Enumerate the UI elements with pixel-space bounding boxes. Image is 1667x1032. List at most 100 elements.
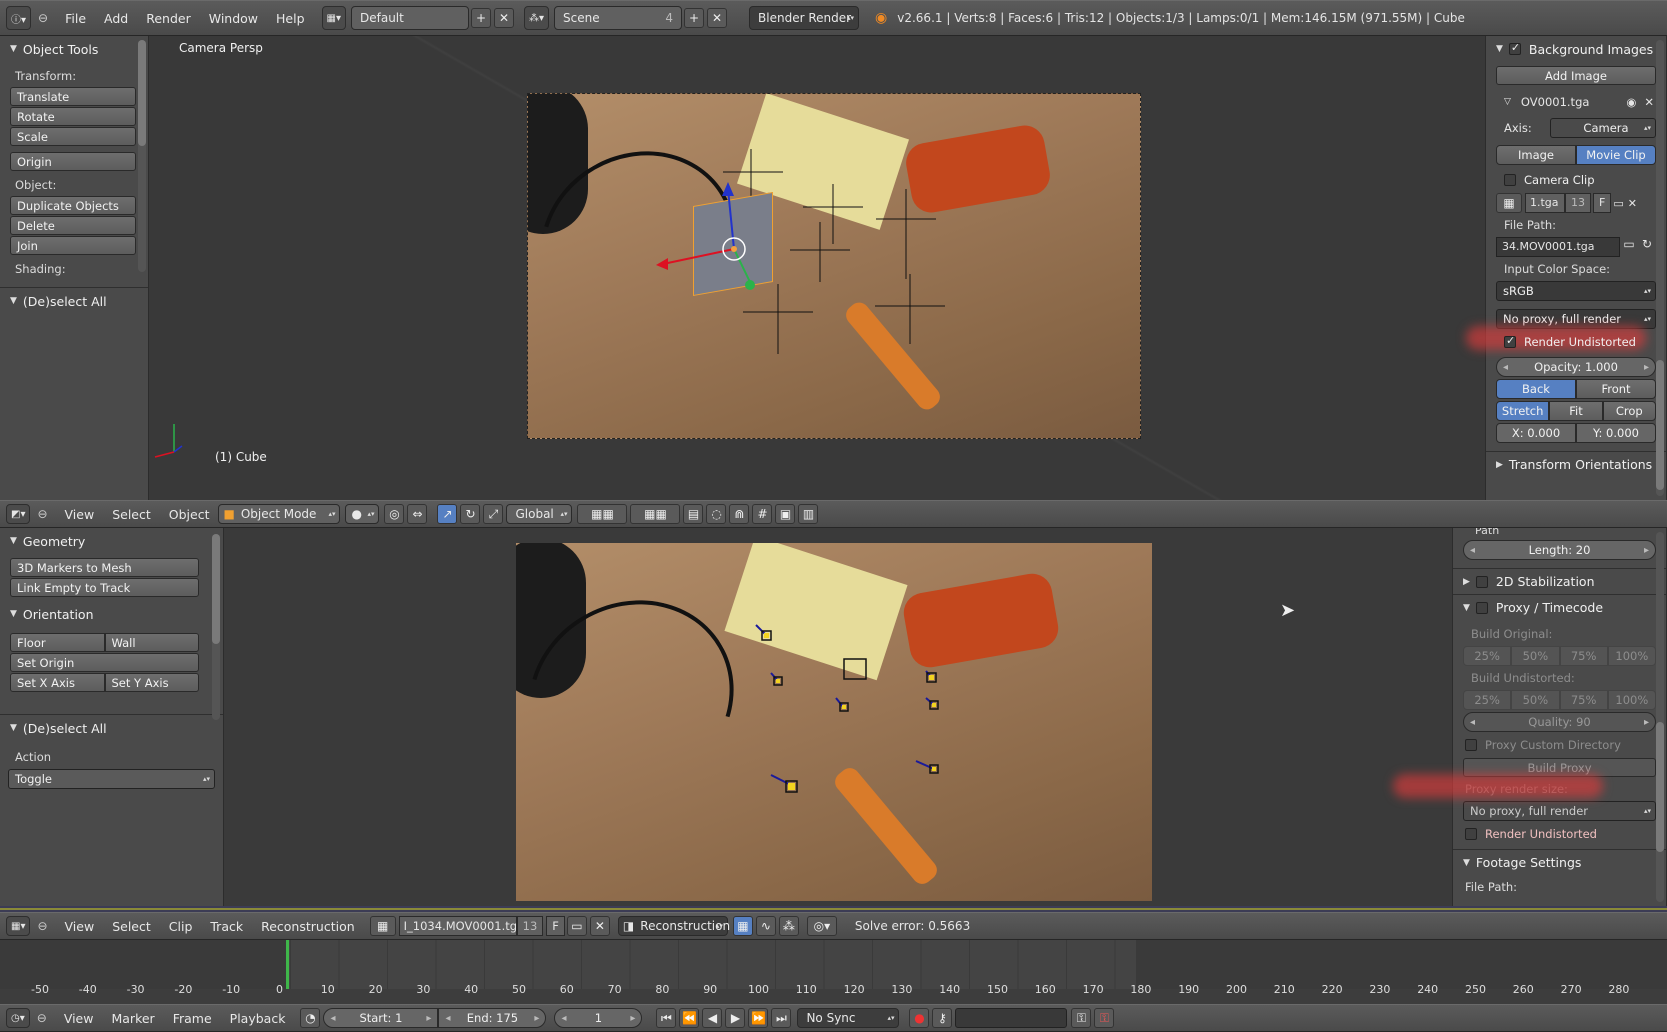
clip-editor-view[interactable]: ➤ [224, 528, 1452, 908]
editor-type-info-icon[interactable]: ⓘ▾ [6, 6, 32, 30]
menu-marker[interactable]: Marker [102, 1011, 163, 1026]
fake-user-toggle[interactable]: F [1593, 193, 1612, 213]
preview-range-icon[interactable]: ◔ [300, 1008, 321, 1028]
pivot-icon[interactable]: ◎ [384, 504, 405, 524]
unlink-clip-icon[interactable]: ✕ [589, 916, 610, 936]
floor-button[interactable]: Floor [10, 633, 105, 652]
set-y-axis-button[interactable]: Set Y Axis [104, 673, 199, 692]
keying-set-field[interactable] [955, 1008, 1068, 1028]
layer-lock-icon[interactable]: ▤ [683, 504, 704, 524]
start-frame-field[interactable]: Start: 1 [323, 1008, 439, 1028]
record-icon[interactable]: ● [909, 1008, 930, 1028]
scale-button[interactable]: Scale [10, 127, 136, 146]
rotate-button[interactable]: Rotate [10, 107, 136, 126]
add-layout-icon[interactable]: + [471, 8, 491, 28]
render-animation-icon[interactable]: ▥ [798, 504, 819, 524]
render-undistorted-row[interactable]: Render Undistorted [1486, 331, 1666, 353]
clip-props-scrollbar[interactable] [1656, 532, 1664, 902]
display-dopesheet-icon[interactable]: ⁂ [778, 916, 799, 936]
proxy-custom-dir-checkbox[interactable] [1465, 739, 1477, 751]
wall-button[interactable]: Wall [104, 633, 199, 652]
proxy-custom-dir-row[interactable]: Proxy Custom Directory [1453, 734, 1666, 756]
crop-toggle[interactable]: Crop [1602, 401, 1656, 421]
menu-help[interactable]: Help [267, 11, 314, 26]
clip-render-undistorted-row[interactable]: Render Undistorted [1453, 823, 1666, 845]
snap-toggle-icon[interactable]: ⋒ [729, 504, 750, 524]
tool-shelf-scrollbar[interactable] [138, 40, 146, 272]
menu-view[interactable]: View [55, 1011, 103, 1026]
menu-file[interactable]: File [56, 11, 95, 26]
menu-reconstruction[interactable]: Reconstruction [252, 919, 364, 934]
orientation-header[interactable]: ▼ Orientation [0, 601, 223, 627]
remove-scene-icon[interactable]: ✕ [707, 8, 728, 28]
scrollbar-thumb[interactable] [212, 534, 220, 644]
scene-field[interactable]: Scene 4 [554, 6, 683, 30]
background-images-header[interactable]: ▼ Background Images [1486, 36, 1666, 62]
delete-keyframe-icon[interactable]: ⚿ [1094, 1008, 1115, 1028]
menu-clip[interactable]: Clip [160, 919, 202, 934]
clip-name[interactable]: 1.tga [1525, 193, 1565, 213]
proxy-timecode-header[interactable]: ▼ Proxy / Timecode [1453, 594, 1666, 620]
collapse-menu-icon[interactable]: ⊖ [37, 1011, 47, 1025]
menu-playback[interactable]: Playback [221, 1011, 295, 1026]
unlink-clip-icon[interactable]: ✕ [1628, 197, 1637, 210]
play-icon[interactable]: ▶ [725, 1008, 746, 1028]
geometry-header[interactable]: ▼ Geometry [0, 528, 223, 554]
scale-manipulator-icon[interactable]: ⤢ [483, 504, 504, 524]
jump-prev-key-icon[interactable]: ⏪ [679, 1008, 700, 1028]
original-25-toggle[interactable]: 25% [1463, 646, 1512, 666]
end-frame-field[interactable]: End: 175 [438, 1008, 547, 1028]
render-undistorted-checkbox[interactable] [1504, 334, 1516, 348]
proxy-checkbox[interactable] [1475, 601, 1488, 614]
collapse-icon[interactable]: ▽ [1504, 97, 1511, 107]
footage-settings-header[interactable]: ▼ Footage Settings [1453, 849, 1666, 875]
play-reverse-icon[interactable]: ◀ [702, 1008, 723, 1028]
scrollbar-thumb[interactable] [138, 40, 146, 146]
stretch-toggle[interactable]: Stretch [1496, 401, 1550, 421]
screen-layout-field[interactable]: Default [351, 6, 469, 30]
orientation-select[interactable]: Global [506, 504, 573, 524]
screen-layout-icon[interactable]: ▦▾ [321, 6, 346, 30]
clip-browse-icon[interactable]: ▦ [369, 916, 396, 936]
undistorted-100-toggle[interactable]: 100% [1607, 690, 1656, 710]
set-origin-button[interactable]: Set Origin [10, 653, 199, 672]
action-select[interactable]: Toggle [8, 769, 215, 789]
offset-x-field[interactable]: X: 0.000 [1496, 423, 1576, 443]
jump-start-icon[interactable]: ⏮ [656, 1008, 677, 1028]
menu-view[interactable]: View [56, 919, 104, 934]
pivot-point-icon[interactable]: ◎▾ [806, 916, 837, 936]
stabilization-header[interactable]: ▶ 2D Stabilization [1453, 568, 1666, 594]
duplicate-objects-button[interactable]: Duplicate Objects [10, 196, 136, 215]
proportional-edit-icon[interactable]: ◌ [706, 504, 727, 524]
open-folder-icon[interactable]: ▭ [1613, 197, 1623, 210]
remove-image-icon[interactable]: ✕ [1644, 95, 1654, 109]
properties-scrollbar[interactable] [1656, 40, 1664, 496]
path-length-field[interactable]: Length: 20 [1463, 540, 1656, 560]
display-markers-icon[interactable]: ▦ [732, 916, 753, 936]
transform-gizmo[interactable] [528, 94, 1141, 439]
display-curves-icon[interactable]: ∿ [755, 916, 776, 936]
visibility-eye-icon[interactable]: ◉ [1626, 95, 1636, 109]
object-tools-header[interactable]: ▼ Object Tools [0, 36, 148, 62]
clip-browse-icon[interactable]: ▦ [1496, 193, 1522, 213]
link-empty-button[interactable]: Link Empty to Track [10, 578, 199, 597]
delete-button[interactable]: Delete [10, 216, 136, 235]
remove-layout-icon[interactable]: ✕ [494, 8, 514, 28]
opacity-slider[interactable]: Opacity: 1.000 [1496, 357, 1656, 377]
jump-next-key-icon[interactable]: ⏩ [748, 1008, 769, 1028]
original-100-toggle[interactable]: 100% [1607, 646, 1656, 666]
menu-select[interactable]: Select [103, 507, 160, 522]
camera-clip-row[interactable]: Camera Clip [1486, 169, 1666, 191]
background-images-toggle[interactable] [1508, 41, 1521, 55]
menu-object[interactable]: Object [160, 507, 219, 522]
clip-fake-user[interactable]: F [546, 916, 565, 936]
menu-select[interactable]: Select [103, 919, 160, 934]
scrollbar-thumb[interactable] [1656, 722, 1664, 852]
back-toggle[interactable]: Back [1496, 379, 1576, 399]
movie-clip-tab[interactable]: Movie Clip [1576, 145, 1656, 165]
insert-keyframe-icon[interactable]: ⚿ [1071, 1008, 1092, 1028]
clip-tools-scrollbar[interactable] [212, 534, 220, 720]
manipulator-toggle-icon[interactable]: ⇔ [407, 504, 428, 524]
file-path-input[interactable]: 34.MOV0001.tga [1496, 237, 1620, 257]
quality-field[interactable]: Quality: 90 [1463, 712, 1656, 732]
